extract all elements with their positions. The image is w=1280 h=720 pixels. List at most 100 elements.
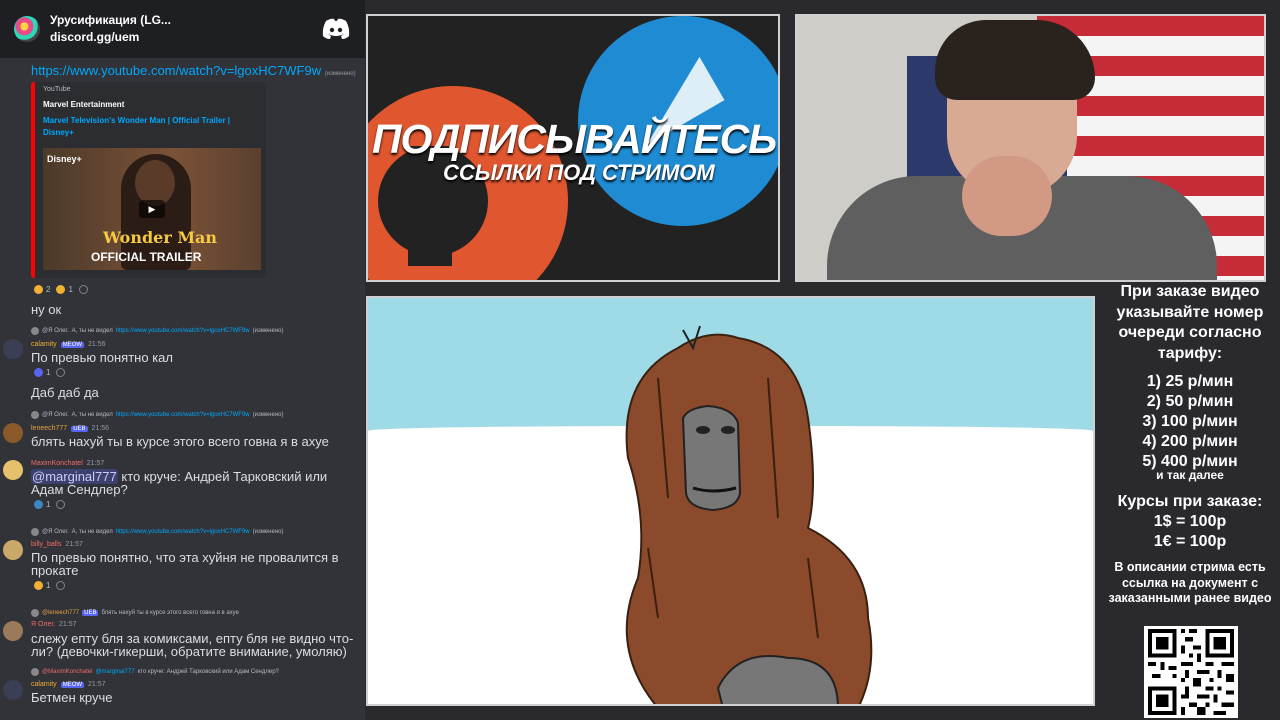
reaction[interactable]: 2: [34, 285, 50, 294]
timestamp: 21:57: [59, 621, 77, 628]
timestamp: 21:57: [88, 681, 106, 688]
timestamp: 21:56: [88, 341, 106, 348]
embed-author[interactable]: Marvel Entertainment: [43, 100, 124, 109]
message-header: billy_balls 21:57: [31, 541, 83, 548]
reaction-bar: 1: [34, 581, 66, 590]
promo-subtitle: ССЫЛКИ ПОД СТРИМОМ: [443, 160, 715, 185]
webcam-feed: [795, 14, 1266, 282]
message-text: Бетмен круче: [31, 690, 113, 705]
rate-item: 1€ = 100р: [1153, 533, 1227, 550]
description-note: В описании стрима есть ссылка на докумен…: [1108, 560, 1272, 605]
embed-title[interactable]: Marvel Television's Wonder Man | Officia…: [43, 115, 243, 139]
username[interactable]: calamity: [31, 681, 57, 688]
username[interactable]: Я Олег.: [31, 621, 55, 628]
username[interactable]: billy_balls: [31, 541, 61, 548]
discord-chat-panel: Урусификация (LG... discord.gg/uem https…: [0, 0, 365, 720]
message-text: ну ок: [31, 302, 62, 317]
rates-heading: Курсы при заказе:: [1117, 493, 1263, 510]
server-header[interactable]: Урусификация (LG... discord.gg/uem: [0, 0, 365, 58]
message-text: По превью понятно кал: [31, 350, 173, 365]
streamer-hair: [935, 20, 1095, 100]
play-icon[interactable]: ▶: [139, 200, 165, 218]
username[interactable]: leneech777: [31, 425, 67, 432]
add-reaction-icon[interactable]: [56, 368, 66, 377]
emoji-icon: [56, 285, 66, 294]
server-invite-link[interactable]: discord.gg/uem: [50, 29, 311, 46]
role-badge: MEOW: [60, 341, 85, 348]
avatar: [31, 411, 39, 419]
reaction[interactable]: 1: [34, 500, 50, 509]
youtube-embed: YouTube Marvel Entertainment Marvel Tele…: [31, 82, 266, 278]
order-info-panel: При заказе видео указывайте номер очеред…: [1100, 282, 1280, 720]
avatar: [31, 528, 39, 536]
username[interactable]: calamity: [31, 341, 57, 348]
reaction-bar: 1: [34, 368, 66, 377]
avatar[interactable]: [3, 680, 23, 700]
qr-code[interactable]: [1144, 626, 1238, 718]
message-text: блять нахуй ты в курсе этого всего говна…: [31, 434, 329, 449]
order-instructions: При заказе видео указывайте номер очеред…: [1116, 283, 1264, 362]
avatar: [31, 327, 39, 335]
reply-preview[interactable]: @Я Олег. А, ты не видел https://www.yout…: [31, 411, 283, 419]
tariff-item: 2) 50 р/мин: [1146, 393, 1234, 410]
message-header: calamity MEOW 21:57: [31, 681, 106, 688]
rate-item: 1$ = 100р: [1153, 513, 1227, 530]
timestamp: 21:57: [86, 460, 105, 467]
tariff-etc: и так далее: [1156, 468, 1224, 482]
tariff-list: 1) 25 р/мин 2) 50 р/мин 3) 100 р/мин 4) …: [1100, 372, 1280, 472]
discord-icon: [322, 18, 350, 39]
thumbnail-subtitle: OFFICIAL TRAILER: [91, 250, 202, 264]
video-player[interactable]: [366, 296, 1095, 706]
reaction[interactable]: 1: [56, 285, 73, 294]
timestamp: 21:57: [65, 541, 83, 548]
emoji-icon: [34, 581, 43, 590]
avatar: [31, 609, 39, 617]
promo-title: ПОДПИСЫВАЙТЕСЬ: [372, 116, 777, 162]
add-reaction-icon[interactable]: [56, 581, 66, 590]
avatar[interactable]: [3, 621, 23, 641]
add-reaction-icon[interactable]: [56, 500, 66, 509]
qr-code-icon: [1148, 629, 1234, 715]
reaction-bar: 1: [34, 500, 66, 509]
message-header: MaximKonchatel 21:57: [31, 460, 104, 467]
avatar[interactable]: [3, 460, 23, 480]
role-badge: MEOW: [60, 681, 85, 688]
thumbnail-brand: Disney+: [47, 154, 82, 164]
message-header: calamity MEOW 21:56: [31, 341, 106, 348]
add-reaction-icon[interactable]: [78, 285, 88, 294]
message-text: @marginal777 кто круче: Андрей Тарковски…: [31, 469, 328, 497]
reaction[interactable]: 1: [34, 368, 50, 377]
avatar: [31, 668, 39, 676]
emoji-icon: [34, 500, 43, 509]
yeti-cartoon-figure: [625, 325, 873, 704]
embed-thumbnail[interactable]: Disney+ ▶ Wonder Man OFFICIAL TRAILER: [43, 148, 261, 270]
streamer-hand: [962, 156, 1052, 236]
server-name: Урусификация (LG...: [50, 13, 171, 27]
reply-preview[interactable]: @Я Олег. А, ты не видел https://www.yout…: [31, 528, 283, 536]
avatar[interactable]: [3, 423, 23, 443]
message-text: слежу епту бля за комиксами, епту бля не…: [31, 631, 354, 659]
message-header: Я Олег. 21:57: [31, 621, 77, 628]
message-link[interactable]: https://www.youtube.com/watch?v=lgoxHC7W…: [31, 63, 356, 78]
reply-preview[interactable]: @leneech777 UEB блять нахуй ты в курсе э…: [31, 609, 239, 617]
reply-preview[interactable]: @MaximKonchatel @marginal777 кто круче: …: [31, 668, 279, 676]
thumbnail-title: Wonder Man: [103, 228, 218, 247]
exchange-rates: Курсы при заказе: 1$ = 100р 1€ = 100р: [1100, 492, 1280, 552]
tariff-item: 4) 200 р/мин: [1142, 433, 1238, 450]
timestamp: 21:56: [91, 425, 110, 432]
message-header: leneech777 UEB 21:56: [31, 425, 109, 432]
emoji-icon: [34, 368, 43, 377]
tariff-item: 1) 25 р/мин: [1146, 373, 1234, 390]
embed-provider: YouTube: [43, 86, 71, 93]
avatar[interactable]: [3, 339, 23, 359]
reaction-bar: 2 1: [34, 285, 88, 294]
role-badge: UEB: [71, 425, 88, 432]
reaction[interactable]: 1: [34, 581, 50, 590]
message-text: Даб даб да: [31, 385, 99, 400]
emoji-icon: [34, 285, 43, 294]
avatar[interactable]: [3, 540, 23, 560]
subscribe-promo-panel: ПОДПИСЫВАЙТЕСЬ ССЫЛКИ ПОД СТРИМОМ: [366, 14, 780, 282]
username[interactable]: MaximKonchatel: [31, 460, 83, 467]
message-text: По превью понятно, что эта хуйня не пров…: [31, 550, 339, 578]
reply-preview[interactable]: @Я Олег. А, ты не видел https://www.yout…: [31, 327, 283, 335]
